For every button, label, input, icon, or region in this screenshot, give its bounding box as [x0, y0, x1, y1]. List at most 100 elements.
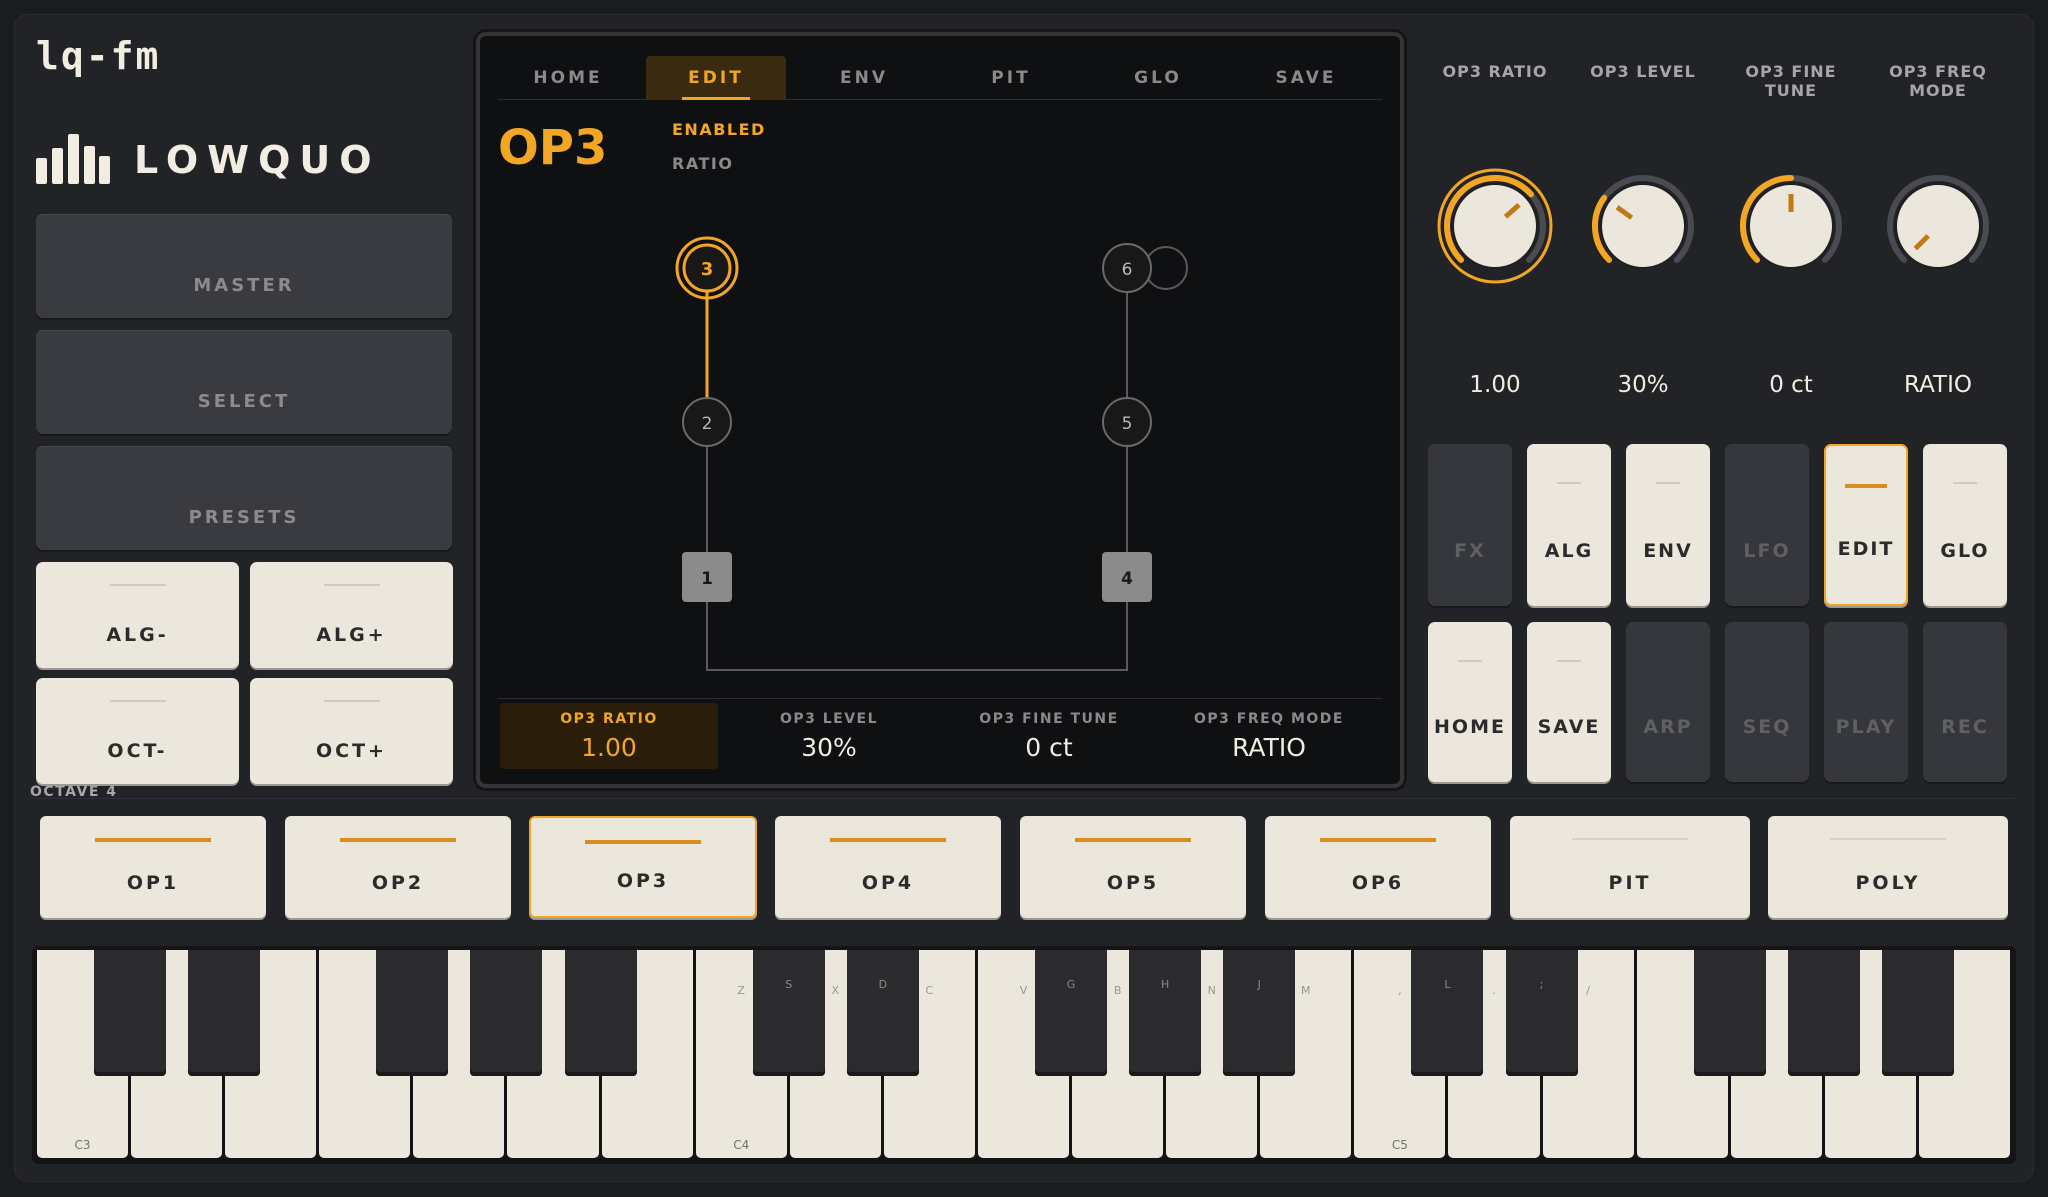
indicator — [323, 700, 380, 702]
indicator — [1320, 838, 1436, 842]
pad-fx[interactable]: FX — [1428, 444, 1512, 606]
tab-edit[interactable]: EDIT — [646, 56, 786, 100]
hotkey-label: ; — [1539, 978, 1544, 991]
knob-label-fine-tune: OP3 FINE TUNE — [1745, 62, 1837, 100]
hotkey-label: J — [1257, 978, 1261, 991]
indicator — [1953, 482, 1977, 484]
param-op3-freq-mode[interactable]: OP3 FREQ MODE RATIO — [1160, 703, 1378, 769]
param-op3-fine-tune[interactable]: OP3 FINE TUNE 0 ct — [940, 703, 1158, 769]
op3-node-label: 3 — [701, 259, 714, 280]
label: OCT- — [107, 740, 168, 762]
pad-rec[interactable]: REC — [1923, 622, 2007, 782]
label: ALG — [1544, 540, 1594, 562]
black-key[interactable]: S — [752, 950, 825, 1076]
alg-minus-button[interactable]: ALG- — [36, 562, 239, 668]
black-key[interactable] — [188, 950, 261, 1076]
black-key[interactable] — [1787, 950, 1860, 1076]
op1-button[interactable]: OP1 — [40, 816, 266, 918]
pad-lfo[interactable]: LFO — [1725, 444, 1809, 606]
divider — [30, 798, 2014, 799]
label: PIT — [1608, 872, 1652, 894]
op1-node-label: 1 — [701, 569, 713, 589]
param-label: OP3 LEVEL — [779, 710, 879, 727]
pad-env[interactable]: ENV — [1626, 444, 1710, 606]
param-op3-ratio[interactable]: OP3 RATIO 1.00 — [500, 703, 718, 769]
poly-button[interactable]: POLY — [1768, 816, 2008, 918]
label: EDIT — [1837, 538, 1895, 560]
black-key[interactable]: L — [1411, 950, 1484, 1076]
output-bus-line — [706, 578, 1128, 671]
pad-glo[interactable]: GLO — [1923, 444, 2007, 606]
black-key[interactable] — [1693, 950, 1766, 1076]
master-button[interactable]: MASTER — [36, 214, 452, 318]
octave-key-label: C4 — [733, 1138, 750, 1152]
knob-value-ratio: 1.00 — [1469, 372, 1521, 398]
op3-button[interactable]: OP3 — [529, 816, 757, 918]
tab-save[interactable]: SAVE — [1236, 56, 1376, 100]
op6-node-label: 6 — [1122, 260, 1133, 280]
op2-button[interactable]: OP2 — [285, 816, 511, 918]
hotkey-label: H — [1161, 978, 1170, 991]
label: OP5 — [1106, 872, 1160, 894]
knob-op3-ratio[interactable] — [1421, 150, 1569, 310]
op5-node-label: 5 — [1122, 414, 1133, 434]
black-key[interactable] — [470, 950, 543, 1076]
label: ARP — [1643, 716, 1693, 738]
black-key[interactable] — [94, 950, 167, 1076]
param-op3-level[interactable]: OP3 LEVEL 30% — [720, 703, 938, 769]
tab-glo[interactable]: GLO — [1088, 56, 1228, 100]
label: PLAY — [1835, 716, 1897, 738]
param-value: RATIO — [1232, 732, 1306, 762]
label: FX — [1454, 540, 1486, 562]
black-key[interactable] — [1881, 950, 1954, 1076]
hotkey-label: G — [1066, 978, 1076, 991]
presets-button[interactable]: PRESETS — [36, 446, 452, 550]
indicator — [340, 838, 456, 842]
black-key[interactable] — [564, 950, 637, 1076]
indicator — [830, 838, 946, 842]
hotkey-label: D — [878, 978, 888, 991]
pad-alg[interactable]: ALG — [1527, 444, 1611, 606]
oct-minus-button[interactable]: OCT- — [36, 678, 239, 784]
op5-button[interactable]: OP5 — [1020, 816, 1246, 918]
tab-pit[interactable]: PIT — [941, 56, 1081, 100]
indicator — [1845, 484, 1887, 488]
knob-value-fine-tune: 0 ct — [1769, 372, 1813, 398]
label: GLO — [1940, 540, 1990, 562]
pad-edit[interactable]: EDIT — [1824, 444, 1908, 606]
indicator — [1557, 482, 1581, 484]
label: OCT+ — [316, 740, 387, 762]
label: SEQ — [1742, 716, 1792, 738]
indicator — [1755, 660, 1779, 662]
op4-button[interactable]: OP4 — [775, 816, 1001, 918]
black-key[interactable] — [376, 950, 449, 1076]
knob-op3-fine-tune[interactable] — [1717, 150, 1865, 310]
label: OP2 — [371, 872, 425, 894]
pit-button[interactable]: PIT — [1510, 816, 1750, 918]
knob-value-freq-mode: RATIO — [1904, 372, 1972, 398]
oct-plus-button[interactable]: OCT+ — [250, 678, 453, 784]
op2-node-label: 2 — [702, 414, 713, 434]
tab-home[interactable]: HOME — [498, 56, 638, 100]
pad-arp[interactable]: ARP — [1626, 622, 1710, 782]
black-key[interactable]: J — [1223, 950, 1296, 1076]
pad-save[interactable]: SAVE — [1527, 622, 1611, 782]
op4-node-label: 4 — [1121, 569, 1133, 589]
select-button[interactable]: SELECT — [36, 330, 452, 434]
black-key[interactable]: G — [1035, 950, 1108, 1076]
indicator — [1656, 482, 1680, 484]
pad-play[interactable]: PLAY — [1824, 622, 1908, 782]
knob-op3-level[interactable] — [1569, 150, 1717, 310]
black-key[interactable]: H — [1129, 950, 1202, 1076]
tab-env[interactable]: ENV — [794, 56, 934, 100]
alg-plus-button[interactable]: ALG+ — [250, 562, 453, 668]
param-label: OP3 FREQ MODE — [1194, 710, 1344, 727]
op6-button[interactable]: OP6 — [1265, 816, 1491, 918]
pad-home[interactable]: HOME — [1428, 622, 1512, 782]
enabled-status: ENABLED — [672, 120, 766, 139]
knob-value-level: 30% — [1617, 372, 1669, 398]
black-key[interactable]: D — [846, 950, 919, 1076]
pad-seq[interactable]: SEQ — [1725, 622, 1809, 782]
black-key[interactable]: ; — [1505, 950, 1578, 1076]
knob-op3-freq-mode[interactable] — [1864, 150, 2012, 310]
